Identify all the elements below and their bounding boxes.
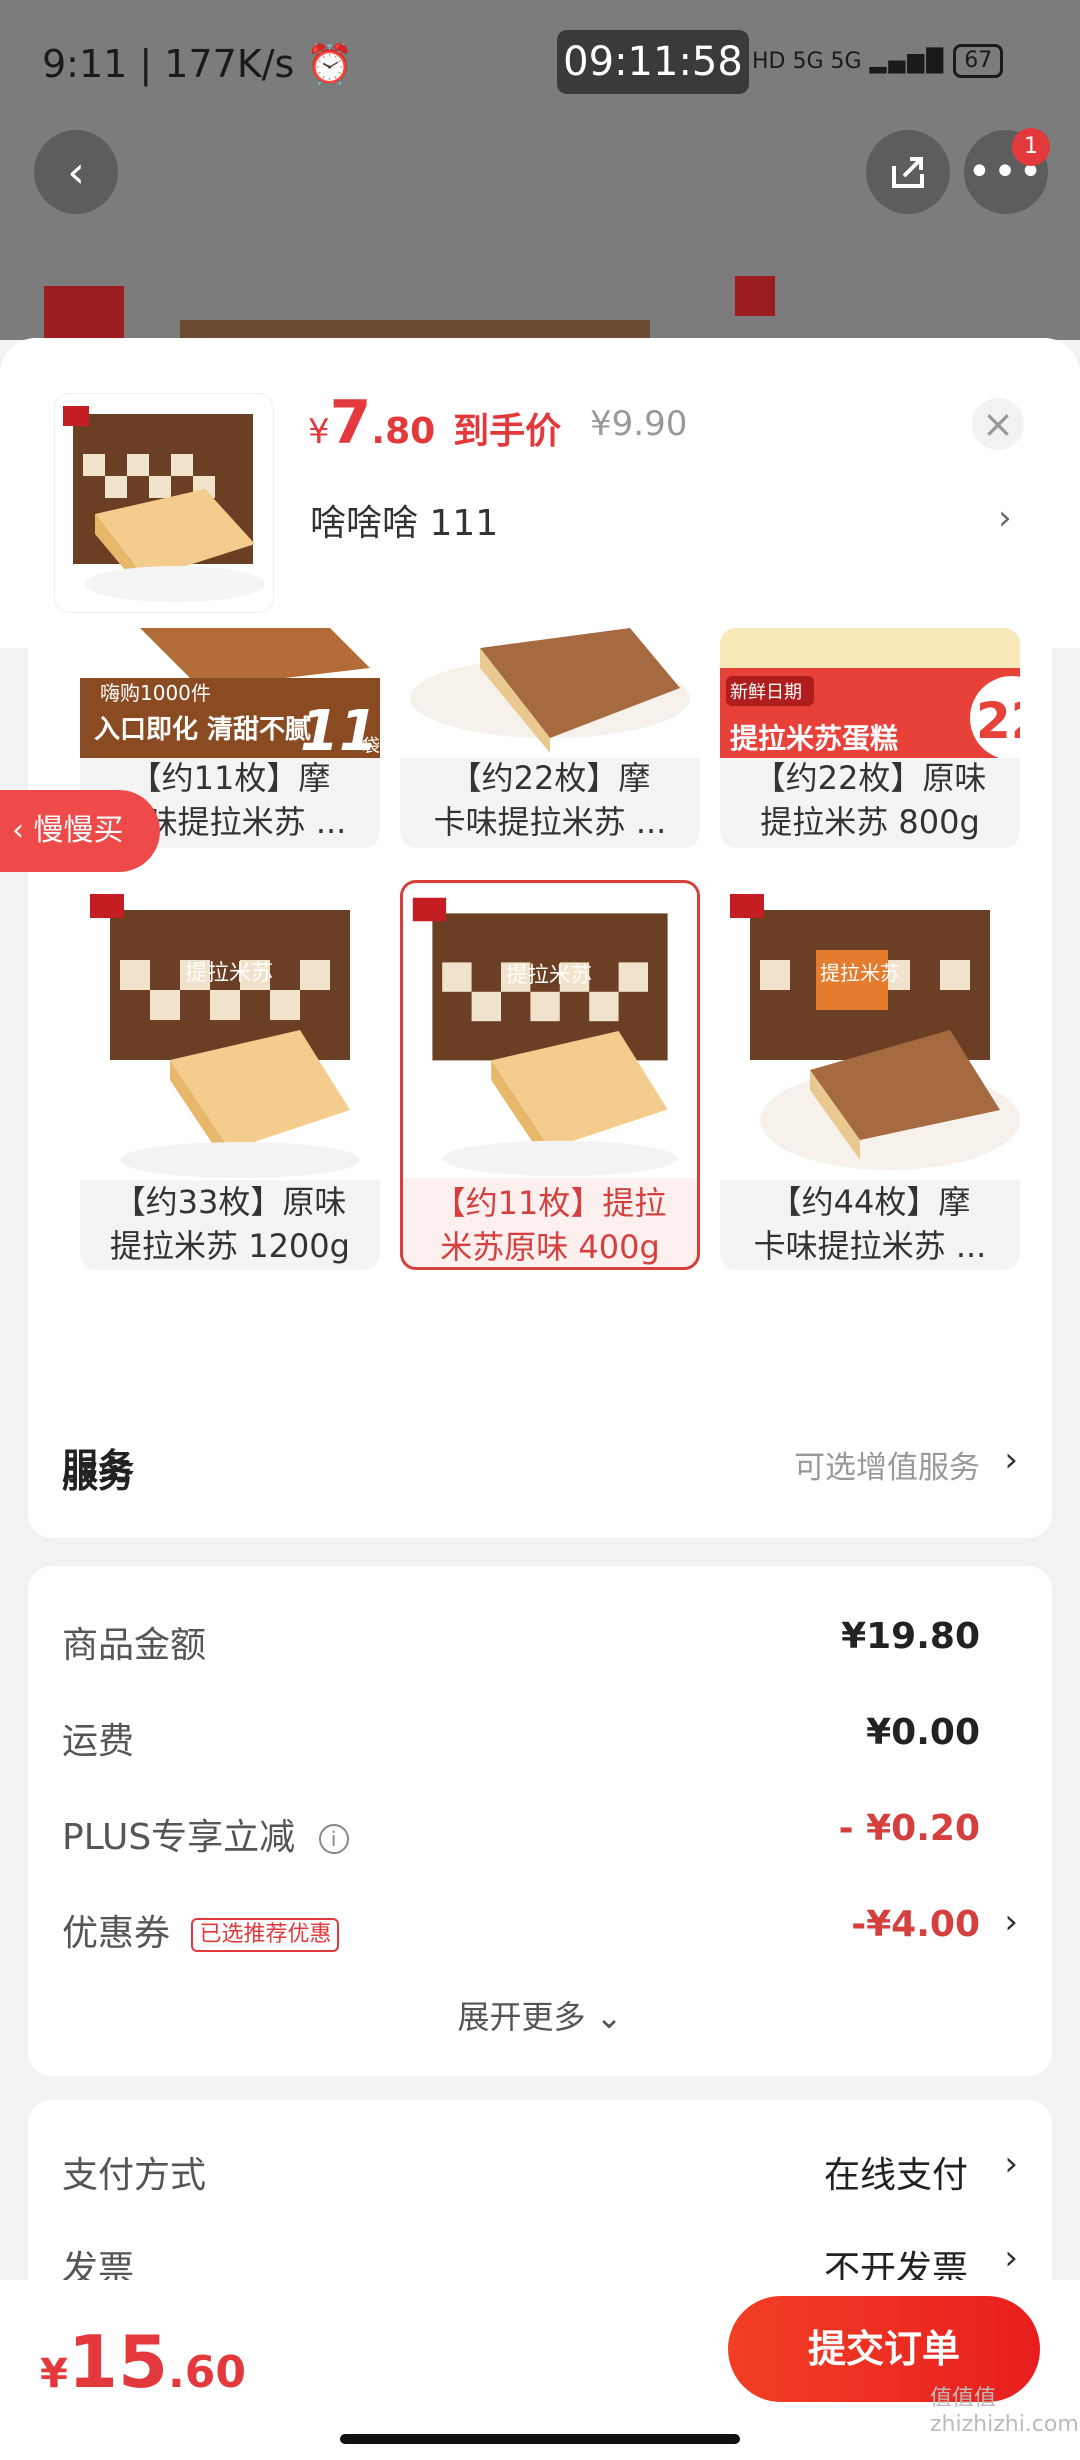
service-label: 服务 (62, 1455, 135, 1496)
variant-card: 嗨购1000件 入口即化 清甜不腻 11 袋 【约11枚】摩 卡味提拉米苏 ..… (28, 628, 1052, 1528)
total-currency: ¥ (40, 2351, 68, 2397)
variant-option[interactable]: 【约22枚】摩 卡味提拉米苏 ... (400, 628, 700, 848)
coupon-value: -¥4.00 (851, 1904, 980, 1945)
slow-buy-label: 慢慢买 (33, 813, 124, 848)
variant-image: 新鲜日期 提拉米苏蛋糕 22 (720, 628, 1020, 758)
variant-fresh: 新鲜日期 (730, 682, 802, 703)
variant-option[interactable]: 提拉米苏 【约44枚】摩 卡味提拉米苏 ... (720, 880, 1020, 1270)
sheet-header: ¥ 7 .80 到手价 ¥9.90 × 啥啥啥 111 › (0, 338, 1080, 648)
coupon-row[interactable]: 优惠券 已选推荐优惠 (62, 1904, 340, 1956)
background-product-logo-2 (735, 276, 775, 316)
back-button[interactable]: ‹ (34, 130, 118, 214)
variant-label: 【约22枚】原味 提拉米苏 800g (753, 759, 987, 841)
variant-option[interactable]: 提拉米苏 【约33枚】原味 提拉米苏 1200g (80, 880, 380, 1270)
share-button[interactable] (866, 130, 950, 214)
variant-image: 提拉米苏 (80, 880, 380, 1180)
final-price: ¥ 7 .80 到手价 (308, 388, 561, 458)
variant-tag: 提拉米苏 (820, 961, 900, 985)
goods-amount-value: ¥19.80 (841, 1616, 980, 1657)
service-row[interactable]: 服务 可选增值服务 › (28, 1398, 1052, 1538)
chevron-right-icon[interactable]: › (1004, 2144, 1018, 2184)
battery-icon: 67 (953, 44, 1004, 78)
coupon-label: 优惠券 (62, 1913, 171, 1954)
share-icon (892, 157, 924, 188)
price-currency: ¥ (308, 412, 330, 452)
price-decimal: .80 (371, 411, 436, 452)
payment-method-label: 支付方式 (62, 2155, 207, 2196)
shipping-value: ¥0.00 (866, 1712, 980, 1753)
chevron-left-icon: ‹ (12, 813, 34, 848)
close-button[interactable]: × (972, 398, 1024, 450)
service-value: 可选增值服务 (794, 1450, 980, 1486)
close-icon: × (982, 402, 1014, 446)
price-integer: 7 (329, 388, 372, 458)
payment-method-value[interactable]: 在线支付 (824, 2146, 968, 2198)
bottom-bar: ¥ 15 .60 提交订单 值值值 zhizhizhi.com (0, 2280, 1080, 2460)
variant-option-selected[interactable]: 提拉米苏 【约11枚】提拉 米苏原味 400g (400, 880, 700, 1270)
chevron-right-icon[interactable]: › (1004, 2238, 1018, 2278)
product-image (55, 394, 273, 612)
sku-sheet: ¥ 7 .80 到手价 ¥9.90 × 啥啥啥 111 › 嗨购1000件 入口… (0, 338, 1080, 2460)
shipping-label: 运费 (62, 1721, 135, 1762)
background-product-logo (44, 286, 124, 346)
variant-option[interactable]: 新鲜日期 提拉米苏蛋糕 22 【约22枚】原味 提拉米苏 800g (720, 628, 1020, 848)
variant-image: 提拉米苏 (403, 884, 697, 1178)
slow-buy-floating-button[interactable]: ‹ 慢慢买 (0, 790, 160, 872)
variant-num: 22 (976, 692, 1020, 750)
plus-discount-value: - ¥0.20 (838, 1808, 980, 1849)
variant-image: 嗨购1000件 入口即化 清甜不腻 11 袋 (80, 628, 380, 758)
notification-badge: 1 (1012, 128, 1050, 166)
variant-product-name: 提拉米苏蛋糕 (730, 722, 898, 755)
variant-count-unit: 袋 (362, 736, 380, 757)
status-icons: HD 5G 5G ▂▄▆█ 67 (752, 44, 1004, 78)
variant-tag: 提拉米苏 (185, 961, 273, 986)
network-icon: HD 5G 5G (752, 48, 862, 74)
price-detail-card: 商品金额 ¥19.80 运费 ¥0.00 PLUS专享立减 i - ¥0.20 … (28, 1566, 1052, 2076)
variant-image: 提拉米苏 (720, 880, 1020, 1180)
chevron-right-icon[interactable]: › (1004, 1902, 1018, 1942)
signal-icon: ▂▄▆█ (869, 48, 946, 74)
chevron-left-icon: ‹ (67, 146, 85, 198)
total-decimal: .60 (168, 2347, 246, 2398)
status-time-speed: 9:11 | 177K/s ⏰ (42, 42, 354, 86)
plus-discount-label: PLUS专享立减 (62, 1817, 296, 1858)
original-price: ¥9.90 (590, 404, 688, 444)
home-indicator[interactable] (340, 2434, 740, 2444)
variant-tag: 提拉米苏 (506, 963, 592, 988)
variant-label: 【约33枚】原味 提拉米苏 1200g (110, 1183, 350, 1265)
variant-slogan: 入口即化 清甜不腻 (94, 715, 311, 745)
variant-label: 【约22枚】摩 卡味提拉米苏 ... (433, 759, 667, 841)
total-price: ¥ 15 .60 (40, 2320, 246, 2404)
background-overlay: 9:11 | 177K/s ⏰ 09:11:58 HD 5G 5G ▂▄▆█ 6… (0, 0, 1080, 350)
selected-address[interactable]: 啥啥啥 111 (310, 494, 498, 546)
plus-discount-row: PLUS专享立减 i (62, 1808, 349, 1860)
variant-label: 【约44枚】摩 卡味提拉米苏 ... (753, 1183, 987, 1265)
variant-banner: 嗨购1000件 (100, 681, 211, 705)
variant-image (400, 628, 700, 758)
watermark: 值值值 zhizhizhi.com (930, 2386, 1079, 2437)
goods-amount-label: 商品金额 (62, 1625, 207, 1666)
chevron-right-icon[interactable]: › (998, 498, 1012, 538)
price-label: 到手价 (453, 411, 562, 452)
info-icon[interactable]: i (318, 1824, 349, 1854)
variant-label: 【约11枚】提拉 米苏原味 400g (433, 1184, 667, 1266)
chevron-right-icon: › (1004, 1440, 1018, 1480)
expand-more-button[interactable]: 展开更多 ⌄ (28, 1992, 1052, 2038)
coupon-tag: 已选推荐优惠 (191, 1918, 340, 1952)
total-integer: 15 (67, 2320, 169, 2404)
status-bar: 9:11 | 177K/s ⏰ 09:11:58 HD 5G 5G ▂▄▆█ 6… (0, 30, 1080, 100)
status-clock: 09:11:58 (557, 30, 749, 94)
product-thumbnail[interactable] (54, 393, 274, 613)
